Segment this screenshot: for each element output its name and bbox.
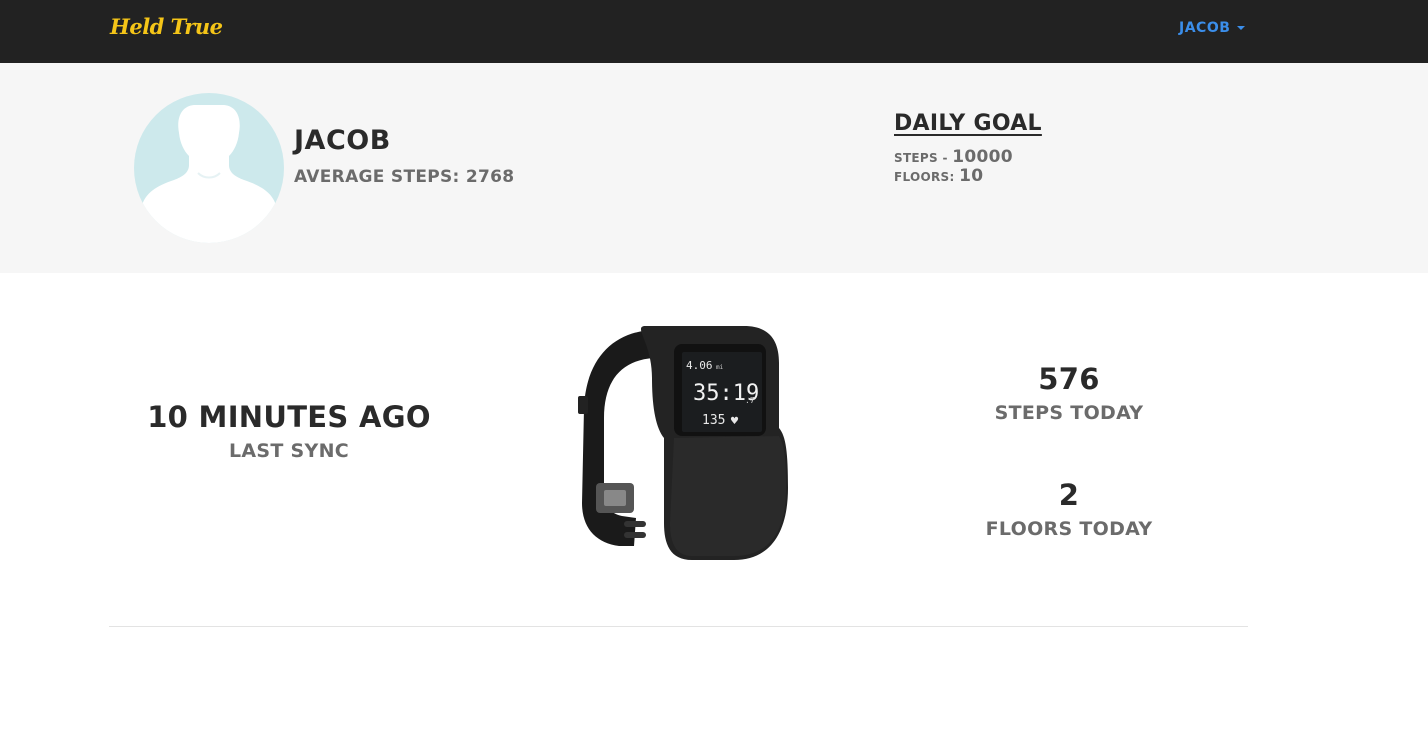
caret-down-icon bbox=[1237, 26, 1246, 30]
goal-steps: STEPS - 10000 bbox=[894, 147, 1013, 167]
average-steps: AVERAGE STEPS: 2768 bbox=[294, 167, 514, 187]
last-sync-stat: 10 MINUTES AGO LAST SYNC bbox=[109, 400, 469, 462]
profile-section: JACOB AVERAGE STEPS: 2768 DAILY GOAL STE… bbox=[0, 63, 1428, 273]
profile-name: JACOB bbox=[294, 125, 391, 156]
floors-today-stat: 2 FLOORS TODAY bbox=[939, 478, 1199, 540]
average-steps-label: AVERAGE STEPS: bbox=[294, 167, 460, 187]
heart-icon: ♥ bbox=[730, 416, 739, 427]
navbar: Held True JACOB bbox=[0, 0, 1428, 63]
steps-today-label: STEPS TODAY bbox=[994, 402, 1144, 424]
goal-floors-value: 10 bbox=[959, 166, 984, 186]
watch-distance-unit: mi bbox=[716, 364, 724, 371]
last-sync-label: LAST SYNC bbox=[228, 440, 350, 462]
section-divider bbox=[109, 626, 1248, 627]
watch-heart-rate: 135 bbox=[702, 413, 725, 428]
goal-steps-label: STEPS - bbox=[894, 151, 948, 165]
avatar bbox=[134, 93, 284, 243]
floors-today-label: FLOORS TODAY bbox=[985, 518, 1153, 540]
last-sync-value: 10 MINUTES AGO bbox=[147, 400, 431, 434]
daily-goal-title: DAILY GOAL bbox=[894, 111, 1042, 136]
steps-today-value: 576 bbox=[1038, 362, 1100, 396]
user-menu-dropdown[interactable]: JACOB bbox=[1179, 20, 1246, 36]
goal-steps-value: 10000 bbox=[952, 147, 1013, 167]
user-menu-label: JACOB bbox=[1179, 20, 1231, 36]
fitness-watch-image: 4.06 mi 35:19 .7 135 ♥ bbox=[574, 318, 794, 568]
watch-time-tenths: .7 bbox=[745, 396, 755, 405]
floors-today-value: 2 bbox=[1058, 478, 1080, 512]
user-silhouette-icon bbox=[142, 105, 276, 243]
goal-floors-label: FLOORS: bbox=[894, 170, 955, 184]
steps-today-stat: 576 STEPS TODAY bbox=[939, 362, 1199, 424]
average-steps-value: 2768 bbox=[465, 167, 515, 187]
brand-logo[interactable]: Held True bbox=[110, 14, 223, 39]
goal-floors: FLOORS: 10 bbox=[894, 166, 983, 186]
watch-distance: 4.06 bbox=[686, 359, 713, 372]
